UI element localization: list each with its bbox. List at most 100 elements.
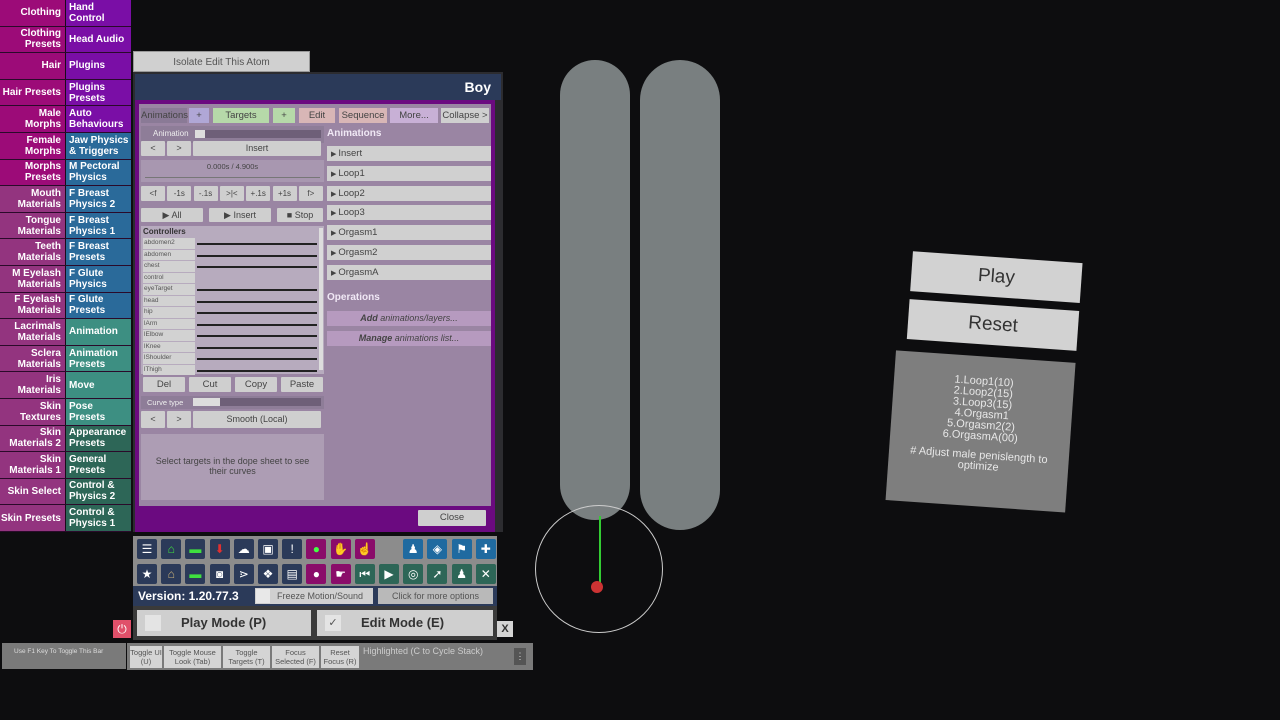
add-animations-button[interactable]: Add animations/layers... bbox=[327, 311, 491, 326]
open-scene-icon[interactable]: ⌂ bbox=[161, 539, 182, 559]
plugin-tab[interactable]: Targets bbox=[213, 108, 269, 123]
people-icon[interactable]: ♟ bbox=[451, 564, 472, 584]
prev-animation-button[interactable]: < bbox=[141, 141, 165, 156]
controller-row[interactable]: lKnee bbox=[143, 341, 318, 354]
scrub-button[interactable]: <f bbox=[141, 186, 165, 201]
next-animation-button[interactable]: > bbox=[167, 141, 191, 156]
menu-tab-left[interactable]: Clothing bbox=[0, 0, 66, 26]
skip-back-icon[interactable]: ⏮ bbox=[354, 564, 375, 584]
menu-tab-right[interactable]: Move bbox=[66, 372, 131, 398]
menu-tab-left[interactable]: Hair bbox=[0, 53, 66, 79]
controller-row[interactable]: chest bbox=[143, 261, 318, 273]
folder-icon[interactable]: ▬ bbox=[185, 539, 206, 559]
scrub-button[interactable]: -.1s bbox=[193, 186, 218, 201]
grab-hand-icon[interactable]: ☛ bbox=[330, 564, 351, 584]
document-icon[interactable]: ▤ bbox=[282, 564, 303, 584]
keyframe-track[interactable] bbox=[197, 369, 317, 372]
menu-tab-left[interactable]: Sclera Materials bbox=[0, 345, 66, 372]
scrub-button[interactable]: f> bbox=[298, 186, 323, 201]
dope-sheet-scrollbar[interactable] bbox=[319, 228, 323, 370]
keyframe-track[interactable] bbox=[197, 278, 317, 280]
plugin-tab[interactable]: More... bbox=[390, 108, 438, 123]
menu-tab-right[interactable]: M Pectoral Physics bbox=[66, 159, 131, 186]
controller-label[interactable]: lKnee bbox=[143, 341, 195, 352]
share-icon[interactable]: ⋗ bbox=[233, 564, 254, 584]
controller-label[interactable]: hip bbox=[143, 307, 195, 318]
menu-tab-right[interactable]: F Breast Presets bbox=[66, 239, 131, 265]
keyframe-track[interactable] bbox=[197, 300, 317, 303]
pointer-hand-icon[interactable]: ☝ bbox=[354, 539, 375, 559]
menu-tab-right[interactable]: F Breast Physics 1 bbox=[66, 212, 131, 239]
transform-gizmo[interactable] bbox=[535, 505, 663, 633]
menu-tab-right[interactable]: Hand Control bbox=[66, 0, 131, 26]
figure-placeholder[interactable] bbox=[560, 60, 630, 520]
menu-tab-right[interactable]: Jaw Physics & Triggers bbox=[66, 132, 131, 159]
target-icon[interactable]: ◎ bbox=[403, 564, 424, 584]
keyframe-track[interactable] bbox=[197, 312, 317, 314]
menu-tab-right[interactable]: Plugins Presets bbox=[66, 79, 131, 106]
package-open-icon[interactable]: ❖ bbox=[258, 564, 278, 584]
world-reset-button[interactable]: Reset bbox=[906, 299, 1080, 351]
bottom-bar-button[interactable]: Focus Selected (F) bbox=[272, 646, 319, 668]
controller-label[interactable]: lElbow bbox=[143, 330, 195, 341]
controller-label[interactable]: head bbox=[143, 295, 195, 306]
menu-tab-right[interactable]: Plugins bbox=[66, 53, 131, 79]
menu-tab-right[interactable]: Pose Presets bbox=[66, 398, 131, 425]
menu-tab-right[interactable]: Animation Presets bbox=[66, 345, 131, 372]
scrub-button[interactable]: -1s bbox=[167, 186, 192, 201]
curve-prev-button[interactable]: < bbox=[141, 411, 165, 428]
controller-label[interactable]: lArm bbox=[143, 318, 195, 329]
animation-item[interactable]: ▶ Insert bbox=[327, 146, 491, 161]
menu-tab-right[interactable]: Head Audio bbox=[66, 26, 131, 53]
remove-person-icon[interactable]: ● bbox=[306, 564, 327, 584]
controller-label[interactable]: lShoulder bbox=[143, 353, 195, 364]
controller-label[interactable]: lThigh bbox=[143, 364, 195, 375]
close-panel-button[interactable]: Close bbox=[418, 510, 486, 526]
plugin-tab[interactable]: Animations bbox=[141, 108, 188, 123]
controller-label[interactable]: abdomen2 bbox=[143, 238, 195, 249]
freeze-checkbox[interactable] bbox=[256, 589, 270, 603]
menu-tab-left[interactable]: Female Morphs bbox=[0, 132, 66, 159]
menu-tab-right[interactable]: Control & Physics 1 bbox=[66, 505, 131, 531]
menu-tab-left[interactable]: Male Morphs bbox=[0, 106, 66, 132]
freeze-motion-toggle[interactable]: Freeze Motion/Sound bbox=[255, 588, 373, 604]
curve-next-button[interactable]: > bbox=[167, 411, 191, 428]
hand-icon[interactable]: ✋ bbox=[330, 539, 351, 559]
more-vertical-icon[interactable]: ⋮ bbox=[514, 648, 526, 665]
controller-row[interactable]: control bbox=[143, 272, 318, 285]
bottom-bar-button[interactable]: Toggle Mouse Look (Tab) bbox=[164, 646, 221, 668]
controller-row[interactable]: lThigh bbox=[143, 364, 318, 377]
alert-icon[interactable]: ! bbox=[282, 539, 303, 559]
controller-row[interactable]: lElbow bbox=[143, 330, 318, 342]
more-options-button[interactable]: Click for more options bbox=[378, 588, 493, 604]
animation-item[interactable]: ▶ Loop3 bbox=[327, 205, 491, 221]
play-mode-button[interactable]: Play Mode (P) bbox=[137, 610, 311, 636]
menu-tab-left[interactable]: Skin Textures bbox=[0, 398, 66, 425]
menu-tab-right[interactable]: Appearance Presets bbox=[66, 425, 131, 452]
plugin-tab[interactable]: Collapse > bbox=[441, 108, 489, 123]
manage-animations-button[interactable]: Manage animations list... bbox=[327, 331, 491, 346]
animation-item[interactable]: ▶ Loop2 bbox=[327, 185, 491, 201]
keyframe-track[interactable] bbox=[197, 335, 317, 337]
open-scene-alt-icon[interactable]: ⌂ bbox=[161, 564, 182, 584]
curve-type-slider-handle[interactable] bbox=[193, 398, 220, 406]
gizmo-handle[interactable] bbox=[591, 581, 603, 593]
close-ui-button[interactable]: X bbox=[497, 621, 513, 637]
edit-mode-button[interactable]: ✓ Edit Mode (E) bbox=[317, 610, 493, 636]
keyframe-track[interactable] bbox=[197, 254, 317, 257]
controller-row[interactable]: lArm bbox=[143, 318, 318, 331]
menu-tab-left[interactable]: Clothing Presets bbox=[0, 26, 66, 53]
play-insert-button[interactable]: ▶ Insert bbox=[209, 208, 271, 222]
package-icon[interactable]: ▣ bbox=[258, 539, 278, 559]
menu-tab-right[interactable]: F Breast Physics 2 bbox=[66, 186, 131, 212]
unity-icon[interactable]: ◈ bbox=[427, 539, 448, 559]
keyframe-track[interactable] bbox=[197, 323, 317, 326]
menu-tab-right[interactable]: General Presets bbox=[66, 452, 131, 478]
controller-label[interactable]: abdomen bbox=[143, 249, 195, 260]
keyframe-track[interactable] bbox=[197, 358, 317, 360]
curve-type-slider[interactable] bbox=[193, 398, 321, 406]
menu-tab-left[interactable]: Skin Presets bbox=[0, 505, 66, 531]
menu-tab-left[interactable]: Lacrimals Materials bbox=[0, 319, 66, 345]
controller-label[interactable]: chest bbox=[143, 261, 195, 272]
figure-placeholder[interactable] bbox=[640, 60, 720, 530]
